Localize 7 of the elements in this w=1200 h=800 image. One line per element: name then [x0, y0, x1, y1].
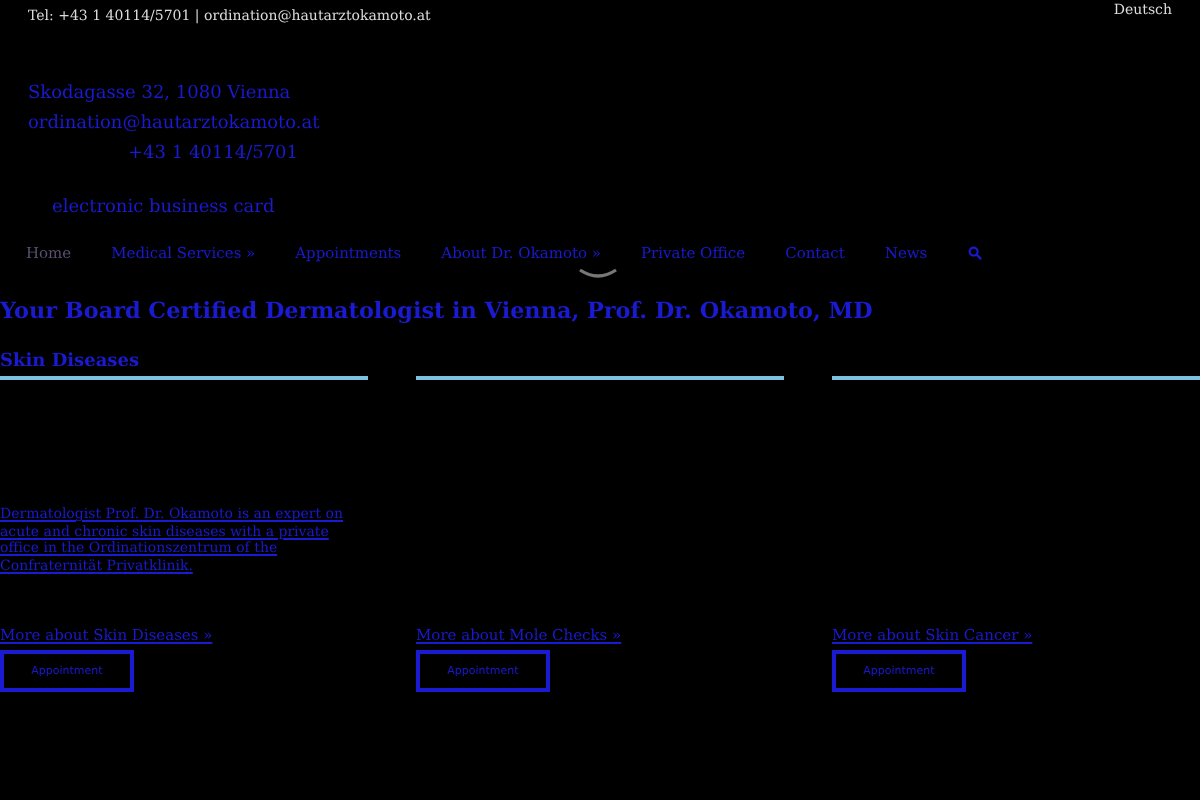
phone-link[interactable]: +43 1 40114/5701 — [28, 140, 1200, 170]
page-heading: Your Board Certified Dermatologist in Vienna, Prof. Dr. Okamoto, MD — [0, 296, 875, 324]
address: Skodagasse 32, 1080 Vienna — [28, 82, 293, 108]
business-card-link[interactable]: electronic business card — [28, 194, 1200, 224]
section-title: Skin Diseases — [0, 352, 142, 376]
chevron-icon[interactable] — [578, 268, 618, 280]
email-link[interactable]: ordination@hautarztokamoto.at — [28, 110, 1200, 140]
